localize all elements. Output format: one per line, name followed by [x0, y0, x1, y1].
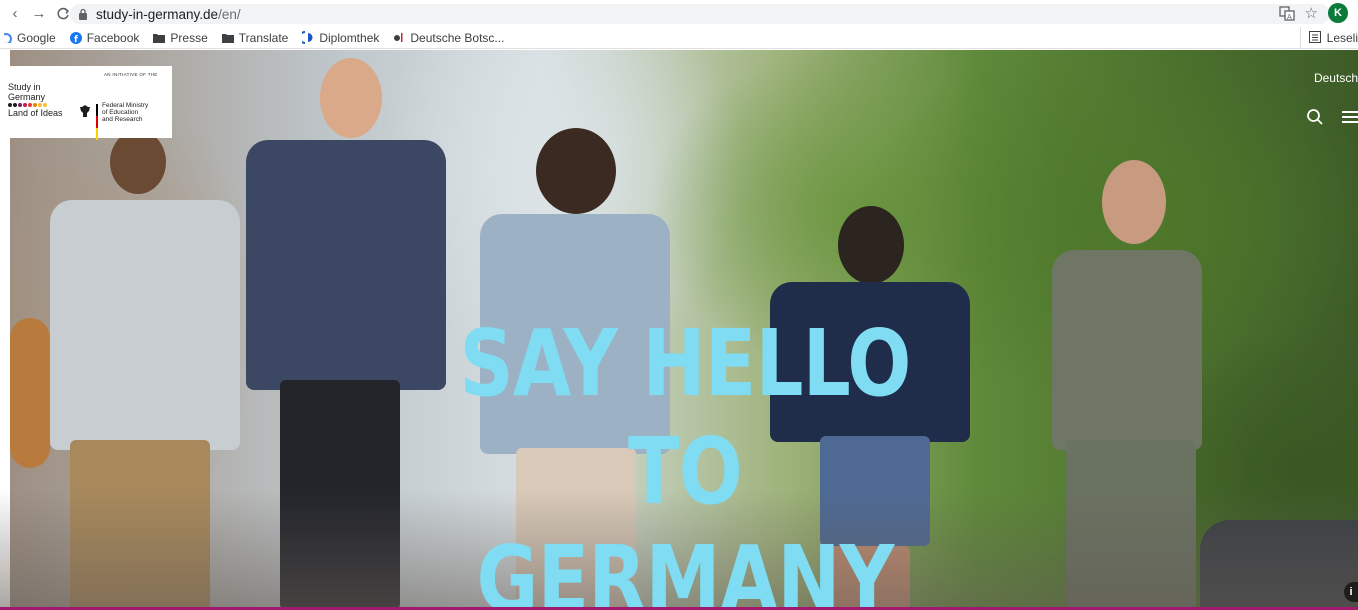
embassy-icon [393, 32, 405, 43]
url-path: /en/ [218, 6, 241, 22]
skateboard [10, 318, 50, 468]
svg-text:f: f [74, 35, 78, 44]
bookmark-label: Presse [170, 30, 208, 45]
bookmark-star-icon[interactable]: ☆ [1305, 4, 1318, 22]
ministry-label: Federal Ministry of Education and Resear… [102, 102, 148, 123]
forward-arrow-icon[interactable]: → [30, 5, 48, 23]
bookmark-google[interactable]: Google [4, 31, 56, 45]
language-switch-link[interactable]: Deutsch [1314, 71, 1358, 85]
search-icon[interactable] [1306, 108, 1324, 126]
site-logo[interactable]: Study in Germany Land of Ideas AN INITIA… [0, 66, 172, 140]
headline-line: GERMANY [476, 526, 894, 610]
google-icon [4, 32, 12, 43]
logo-line: Study in [8, 82, 41, 92]
diplomthek-icon [302, 31, 314, 44]
initiative-label: AN INITIATIVE OF THE [104, 72, 158, 77]
logo-line: Land of Ideas [8, 108, 63, 118]
study-in-germany-wordmark: Study in Germany Land of Ideas [8, 82, 63, 118]
bookmark-label: Diplomthek [319, 30, 380, 45]
profile-avatar[interactable]: K [1328, 3, 1348, 23]
address-bar[interactable]: study-in-germany.de/en/ [70, 4, 1330, 24]
bookmark-label: Translate [238, 30, 289, 45]
bookmark-diplomthek[interactable]: Diplomthek [302, 31, 379, 45]
logo-dots [8, 103, 63, 107]
reading-list-button[interactable]: Leseli [1299, 27, 1358, 49]
ministry-line: and Research [102, 116, 143, 123]
bookmark-facebook[interactable]: f Facebook [69, 30, 140, 45]
german-flag-bar [96, 104, 98, 142]
svg-text:A: A [1287, 13, 1292, 21]
facebook-icon: f [69, 31, 82, 44]
bookmark-label: Google [17, 30, 56, 45]
bookmark-label: Deutsche Botsc... [410, 30, 505, 45]
ministry-line: Federal Ministry [102, 102, 149, 109]
bookmark-presse[interactable]: Presse [153, 30, 208, 45]
hero-headline: SAY HELLO TO GERMANY [419, 310, 952, 610]
reading-list-label: Leseli [1326, 31, 1358, 45]
lock-icon [79, 8, 87, 20]
info-button[interactable]: i [1344, 582, 1358, 602]
folder-icon [153, 33, 166, 43]
browser-toolbar: ‹ → study-in-germany.de/en/ A ☆ K [0, 0, 1358, 27]
headline-line: SAY HELLO TO [459, 310, 911, 525]
bookmark-translate[interactable]: Translate [221, 30, 289, 45]
ministry-line: of Education [102, 109, 139, 116]
translate-icon[interactable]: A [1278, 5, 1295, 21]
back-arrow-icon[interactable]: ‹ [6, 5, 24, 23]
bookmark-deutsche-botschaft[interactable]: Deutsche Botsc... [393, 31, 504, 45]
federal-eagle-icon [80, 105, 90, 117]
bookmarks-bar: Google f Facebook Presse Translate Diplo… [0, 27, 1358, 49]
reading-list-icon [1308, 30, 1321, 46]
hero-section: Study in Germany Land of Ideas AN INITIA… [0, 50, 1358, 610]
logo-line: Germany [8, 92, 46, 102]
toolbar-right: A ☆ K [1278, 3, 1348, 23]
url-host: study-in-germany.de [96, 6, 219, 22]
menu-icon[interactable] [1342, 110, 1358, 124]
folder-icon [221, 33, 234, 43]
hero-header-icons [1306, 108, 1358, 126]
bookmark-label: Facebook [86, 30, 140, 45]
